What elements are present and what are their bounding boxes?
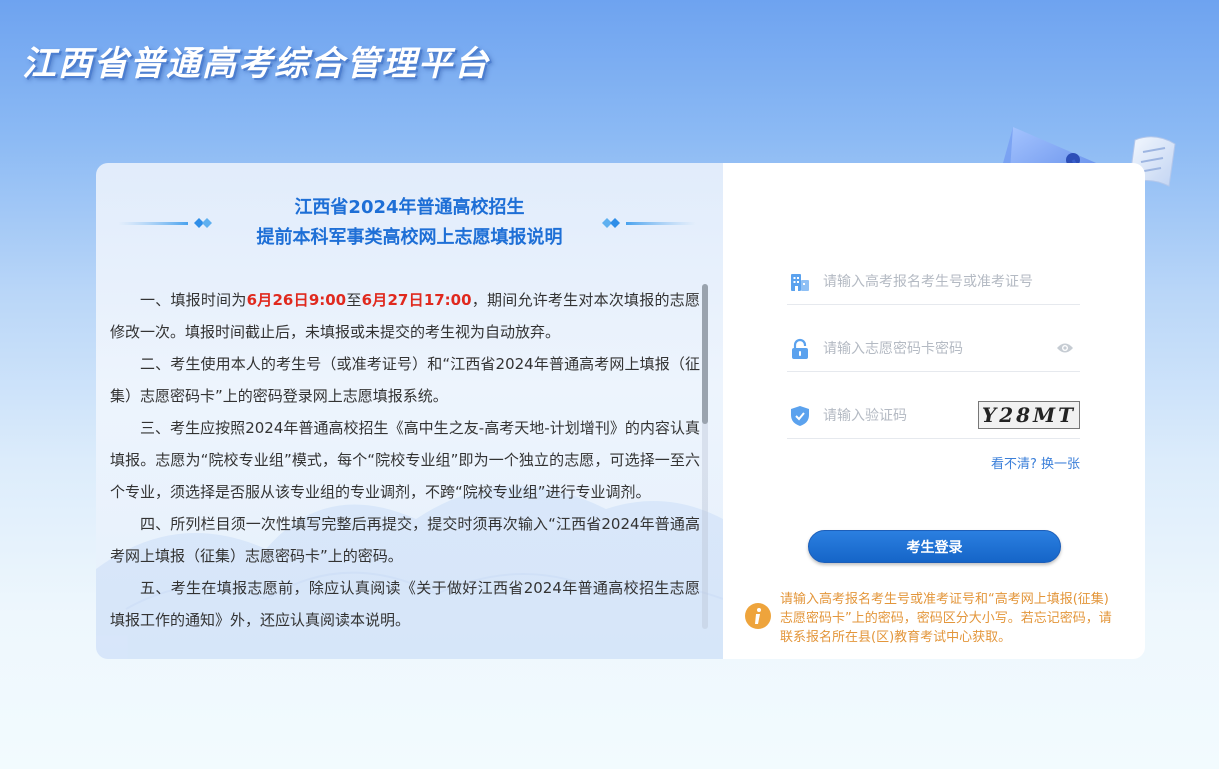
captcha-image[interactable]: Y28MT [978, 401, 1080, 429]
login-button[interactable]: 考生登录 [808, 530, 1061, 563]
exam-id-field [787, 258, 1080, 305]
login-tip: 请输入高考报名考生号或准考证号和“高考网上填报(征集)志愿密码卡”上的密码，密码… [780, 592, 1112, 645]
lock-icon [792, 338, 808, 359]
notice-date-end: 6月27日17:00 [361, 291, 472, 309]
notice-p1-mid: 至 [346, 291, 362, 309]
notice-p1-before: 一、填报时间为 [140, 291, 247, 309]
captcha-field: Y28MT [787, 392, 1080, 439]
building-icon [791, 274, 809, 291]
notice-paragraph-2: 二、考生使用本人的考生号（或准考证号）和“江西省2024年普通高考网上填报（征集… [110, 355, 700, 405]
shield-check-icon [791, 406, 809, 426]
eye-icon[interactable] [1056, 341, 1074, 355]
notice-paragraph-1: 一、填报时间为6月26日9:00至6月27日17:00，期间允许考生对本次填报的… [110, 284, 700, 348]
info-icon [745, 603, 771, 629]
notice-paragraph-3: 三、考生应按照2024年普通高校招生《高中生之友-高考天地-计划增刊》的内容认真… [110, 419, 700, 501]
notice-paragraph-5: 五、考生在填报志愿前，除应认真阅读《关于做好江西省2024年普通高校招生志愿填报… [110, 579, 700, 629]
password-field [787, 325, 1080, 372]
notice-scrollbar-thumb[interactable] [702, 284, 708, 424]
notice-body: 一、填报时间为6月26日9:00至6月27日17:00，期间允许考生对本次填报的… [110, 284, 700, 629]
notice-date-start: 6月26日9:00 [246, 291, 347, 309]
captcha-input[interactable] [821, 402, 965, 430]
site-title: 江西省普通高考综合管理平台 [22, 44, 490, 84]
password-input[interactable] [821, 335, 1045, 363]
exam-id-input[interactable] [821, 268, 1045, 296]
title-decoration-right [602, 218, 696, 228]
notice-header: 江西省2024年普通高校招生 提前本科军事类高校网上志愿填报说明 [96, 195, 723, 255]
refresh-captcha-link[interactable]: 看不清? 换一张 [991, 453, 1080, 472]
notice-panel: 江西省2024年普通高校招生 提前本科军事类高校网上志愿填报说明 一、填报时间为… [96, 163, 723, 659]
notice-paragraph-4: 四、所列栏目须一次性填写完整后再提交，提交时须再次输入“江西省2024年普通高考… [110, 515, 700, 565]
login-panel: Y28MT 看不清? 换一张 考生登录 请输入高考报名考生号或准考证号和“高考网… [723, 163, 1145, 659]
